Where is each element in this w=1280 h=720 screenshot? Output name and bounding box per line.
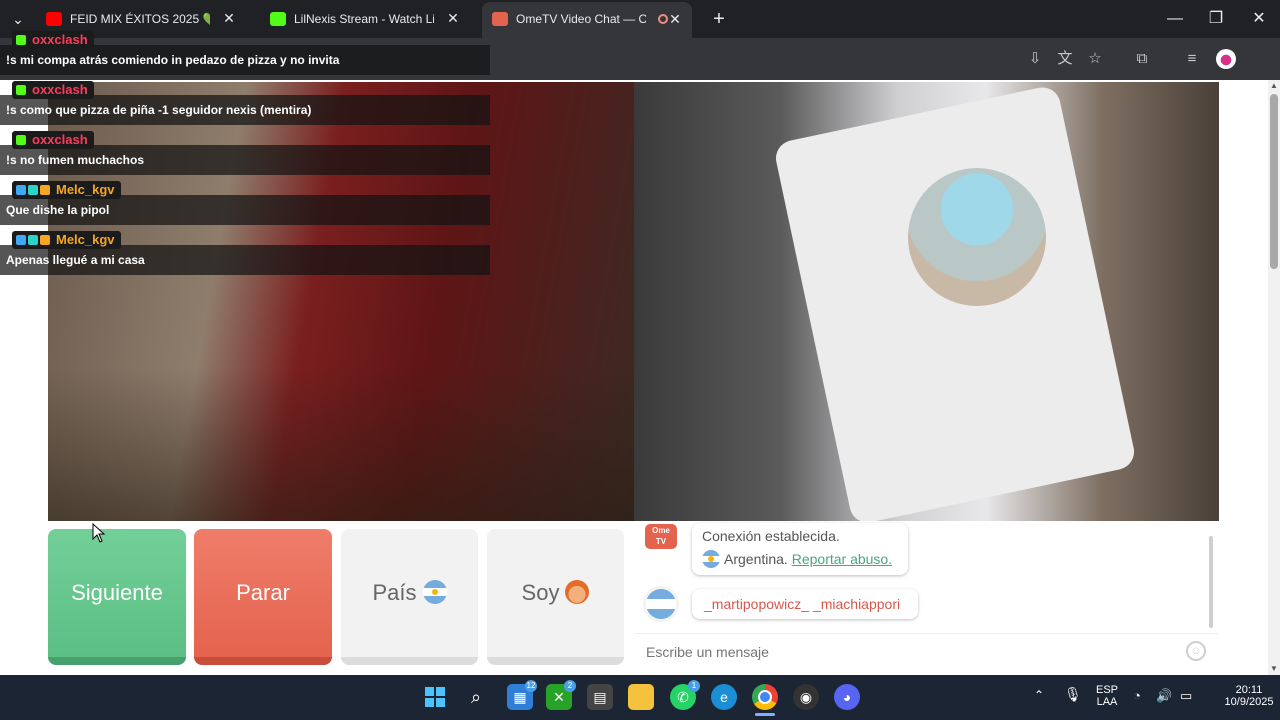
xbox-icon[interactable]: ✕ 2 <box>546 680 576 710</box>
ometv-logo-text: Ome <box>652 526 670 535</box>
language-code: ESP <box>1095 684 1118 696</box>
star-icon[interactable]: ☆ <box>1084 48 1106 70</box>
message-input-area <box>634 633 1219 667</box>
search-icon[interactable]: ⌕ <box>463 684 489 710</box>
tab-youtube[interactable]: FEID MIX ÉXITOS 2025 💚 LO M ✕ <box>36 4 246 34</box>
language-indicator[interactable]: ESP LAA <box>1092 684 1122 708</box>
close-icon[interactable]: ✕ <box>444 9 462 27</box>
widgets-icon[interactable]: ▦ 12 <box>507 680 537 710</box>
remote-user-flag-avatar <box>646 589 676 619</box>
scrollbar-thumb[interactable] <box>1270 94 1278 269</box>
media-controls-icon[interactable]: ≡ <box>1181 48 1203 70</box>
remote-message: _martipopowicz_ _miachiappori <box>692 589 918 619</box>
obs-icon[interactable]: ◉ <box>793 684 819 710</box>
emoji-icon[interactable]: ☺ <box>1186 641 1206 661</box>
stop-button-label: Parar <box>236 580 290 605</box>
message-input[interactable] <box>644 640 1168 664</box>
active-app-indicator <box>755 713 775 716</box>
start-icon[interactable] <box>422 684 448 710</box>
battery-icon[interactable]: ▭ <box>1180 688 1192 704</box>
badge-icon <box>16 32 28 50</box>
tab-title: FEID MIX ÉXITOS 2025 💚 LO M <box>70 12 210 26</box>
tab-search-chevron-icon[interactable]: ⌄ <box>6 7 30 31</box>
remote-video-phone-image <box>908 168 1046 306</box>
clock-date: 10/9/2025 <box>1224 696 1274 708</box>
tray-overflow-chevron-icon[interactable]: ⌃ <box>1034 688 1044 702</box>
badge-icon <box>16 182 52 200</box>
edge-icon[interactable]: e <box>711 684 737 710</box>
widgets-badge: 12 <box>525 680 537 692</box>
install-app-icon[interactable]: ⇩ <box>1024 48 1046 70</box>
kick-icon <box>270 12 286 26</box>
close-icon[interactable]: ✕ <box>666 10 684 28</box>
close-window-button[interactable]: ✕ <box>1239 6 1279 32</box>
country-name: Argentina. <box>724 551 788 567</box>
ometv-icon <box>492 12 508 26</box>
gender-button[interactable]: Soy <box>487 529 624 665</box>
ometv-logo-icon: Ome TV <box>645 524 677 549</box>
clock-time: 20:11 <box>1235 684 1263 696</box>
connection-status: Conexión establecida. <box>702 528 840 544</box>
report-abuse-link[interactable]: Reportar abuso. <box>792 551 892 567</box>
clock[interactable]: 20:11 10/9/2025 <box>1224 684 1274 708</box>
profile-avatar[interactable] <box>1216 49 1236 69</box>
translate-icon[interactable]: 文 <box>1054 48 1076 70</box>
chat-username: oxxclash <box>12 131 94 149</box>
chrome-icon[interactable] <box>752 684 778 710</box>
next-button[interactable]: Siguiente <box>48 529 186 665</box>
page-scrollbar[interactable]: ▲ ▼ <box>1268 80 1280 675</box>
chat-username: oxxclash <box>12 31 94 49</box>
chat-message: Apenas llegué a mi casa <box>6 253 145 267</box>
scroll-up-icon[interactable]: ▲ <box>1268 80 1280 92</box>
tab-title: OmeTV Video Chat — Ome <box>516 12 646 26</box>
next-button-label: Siguiente <box>71 580 163 605</box>
badge-icon <box>16 82 28 100</box>
tab-kick-stream[interactable]: LilNexis Stream - Watch Live on ✕ <box>260 4 470 34</box>
chat-message: !s no fumen muchachos <box>6 153 145 167</box>
xbox-badge: 2 <box>564 680 576 692</box>
new-tab-button[interactable]: + <box>708 8 730 30</box>
whatsapp-icon[interactable]: ✆ 1 <box>670 680 700 710</box>
chat-username: Melc_kgv <box>12 181 121 199</box>
youtube-icon <box>46 12 62 26</box>
country-button-label: País <box>372 580 417 605</box>
app-icon[interactable]: ▤ <box>587 684 613 710</box>
tab-title: LilNexis Stream - Watch Live on <box>294 12 434 26</box>
tab-ometv[interactable]: OmeTV Video Chat — Ome ✕ <box>482 2 692 38</box>
close-icon[interactable]: ✕ <box>220 9 238 27</box>
scroll-down-icon[interactable]: ▼ <box>1268 663 1280 675</box>
microphone-icon[interactable]: 🎙 <box>1064 686 1082 703</box>
file-explorer-icon[interactable] <box>628 684 654 710</box>
minimize-button[interactable]: — <box>1155 6 1195 32</box>
chat-username: Melc_kgv <box>12 231 121 249</box>
system-message: Conexión establecida. Argentina. Reporta… <box>692 523 908 575</box>
keyboard-layout: LAA <box>1096 696 1118 708</box>
chat-username: oxxclash <box>12 81 94 99</box>
wifi-icon[interactable]: ◔ <box>1133 688 1141 703</box>
discord-icon[interactable]: ◕ <box>834 684 860 710</box>
country-button[interactable]: País <box>341 529 478 665</box>
extensions-icon[interactable]: ⧉ <box>1131 48 1153 70</box>
badge-icon <box>16 232 52 250</box>
chat-scrollbar[interactable] <box>1209 536 1213 628</box>
browser-tab-strip: ⌄ FEID MIX ÉXITOS 2025 💚 LO M ✕ LilNexis… <box>0 0 1280 38</box>
badge-icon <box>16 132 28 150</box>
volume-icon[interactable]: 🔊 <box>1156 688 1172 704</box>
maximize-button[interactable]: ❐ <box>1196 6 1236 32</box>
boy-avatar-icon <box>565 580 590 604</box>
chat-message: Que dishe la pipol <box>6 203 110 217</box>
remote-message-text: _martipopowicz_ _miachiappori <box>704 596 901 612</box>
ometv-logo-text-tv: TV <box>655 537 667 546</box>
stop-button[interactable]: Parar <box>194 529 332 665</box>
chat-message: !s mi compa atrás comiendo in pedazo de … <box>6 53 340 67</box>
whatsapp-badge: 1 <box>688 680 700 692</box>
argentina-flag-icon <box>702 550 720 568</box>
chat-message: !s como que pizza de piña -1 seguidor ne… <box>6 103 312 117</box>
gender-button-label: Soy <box>521 580 560 605</box>
country-line: Argentina. Reportar abuso. <box>702 550 892 568</box>
argentina-flag-icon <box>422 580 447 604</box>
